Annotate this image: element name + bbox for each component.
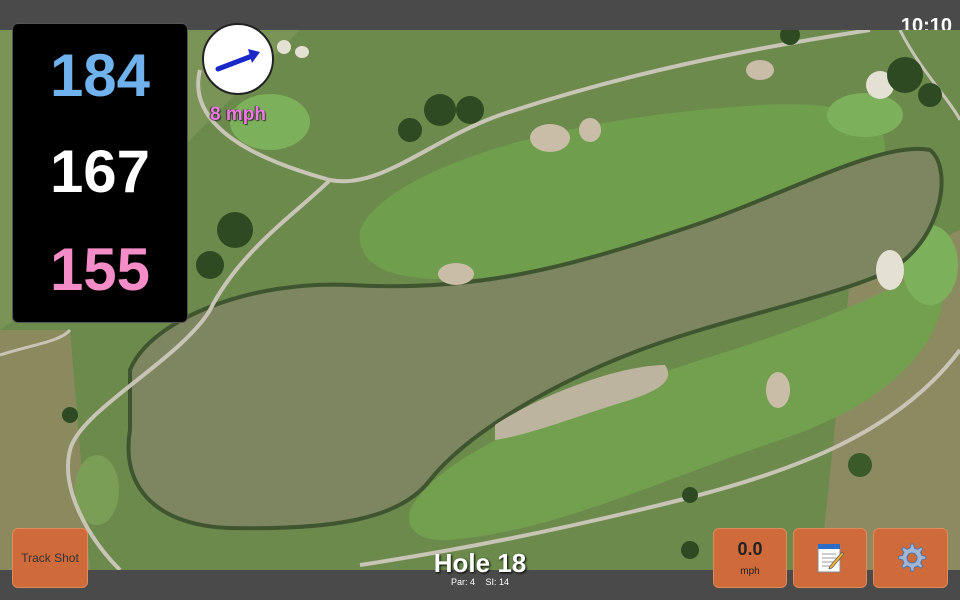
wind-arrow-icon <box>215 49 260 72</box>
hole-info: Par: 4 SI: 14 <box>380 577 580 587</box>
wind-speed-label: 8 mph <box>210 104 266 125</box>
track-shot-label: Track Shot <box>21 551 79 565</box>
distance-panel: 184 167 155 <box>12 23 188 323</box>
wind-direction-dial <box>202 23 274 95</box>
distance-middle-value: 167 <box>49 138 151 205</box>
speed-button[interactable]: 0.0 mph <box>713 528 787 588</box>
notes-button[interactable] <box>793 528 867 588</box>
speed-unit: mph <box>740 566 760 577</box>
track-shot-button[interactable]: Track Shot <box>12 528 88 588</box>
distance-front-value: 155 <box>49 236 151 303</box>
distance-back-value: 184 <box>49 42 151 109</box>
speed-value: 0.0 <box>737 539 763 559</box>
settings-button[interactable] <box>873 528 948 588</box>
gear-icon <box>897 543 926 572</box>
hole-title: Hole 18 <box>433 548 527 578</box>
hole-par: Par: 4 <box>450 577 475 587</box>
notepad-icon <box>817 544 845 573</box>
hole-stroke-index: SI: 14 <box>485 577 510 587</box>
